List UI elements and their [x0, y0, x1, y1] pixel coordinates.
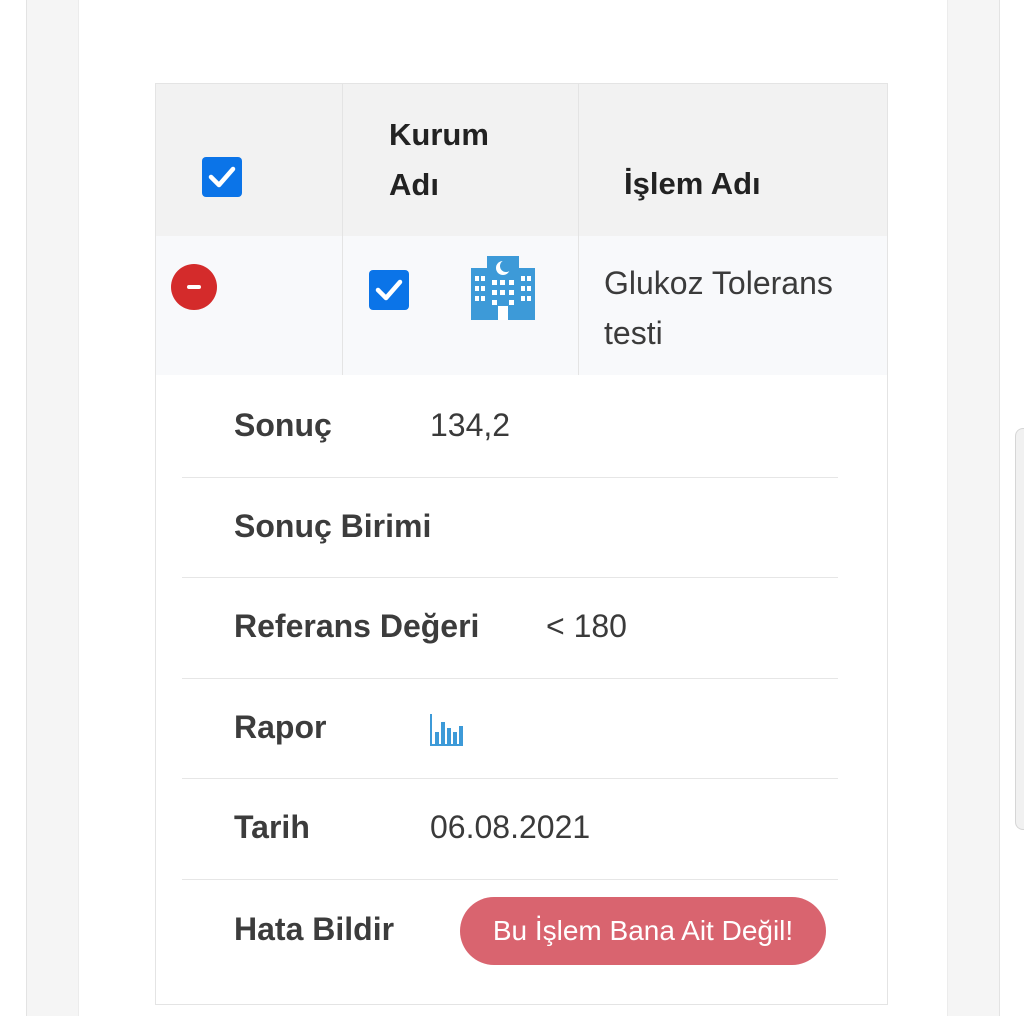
- checkmark-icon: [208, 166, 236, 188]
- referans-label: Referans Değeri: [234, 608, 480, 644]
- header-islem-adi: İşlem Adı: [624, 166, 761, 201]
- hata-bildir-label: Hata Bildir: [234, 911, 395, 947]
- remove-row-button[interactable]: [171, 264, 217, 310]
- tarih-label: Tarih: [234, 809, 310, 845]
- column-divider: [578, 84, 579, 375]
- select-all-checkbox[interactable]: [202, 157, 242, 197]
- rapor-label: Rapor: [234, 709, 327, 745]
- header-kurum-adi: Kurum Adı: [389, 117, 489, 202]
- divider: [182, 577, 838, 578]
- sonuc-value: 134,2: [430, 407, 511, 443]
- sonuc-label: Sonuç: [234, 407, 332, 443]
- bar-chart-icon[interactable]: [428, 712, 464, 748]
- scrollbar[interactable]: [1015, 428, 1024, 830]
- divider: [182, 477, 838, 478]
- divider: [182, 778, 838, 779]
- minus-icon: [187, 285, 201, 289]
- divider: [182, 678, 838, 679]
- sonuc-birimi-label: Sonuç Birimi: [234, 508, 432, 544]
- checkmark-icon: [375, 279, 403, 301]
- row-checkbox[interactable]: [369, 270, 409, 310]
- hospital-building-icon: [471, 256, 535, 320]
- report-error-button[interactable]: Bu İşlem Bana Ait Değil!: [460, 897, 826, 965]
- divider: [182, 879, 838, 880]
- column-divider: [342, 84, 343, 375]
- tarih-value: 06.08.2021: [430, 809, 591, 845]
- table-header-row: [156, 84, 887, 237]
- referans-value: < 180: [546, 608, 627, 644]
- islem-name: Glukoz Tolerans testi: [604, 265, 833, 351]
